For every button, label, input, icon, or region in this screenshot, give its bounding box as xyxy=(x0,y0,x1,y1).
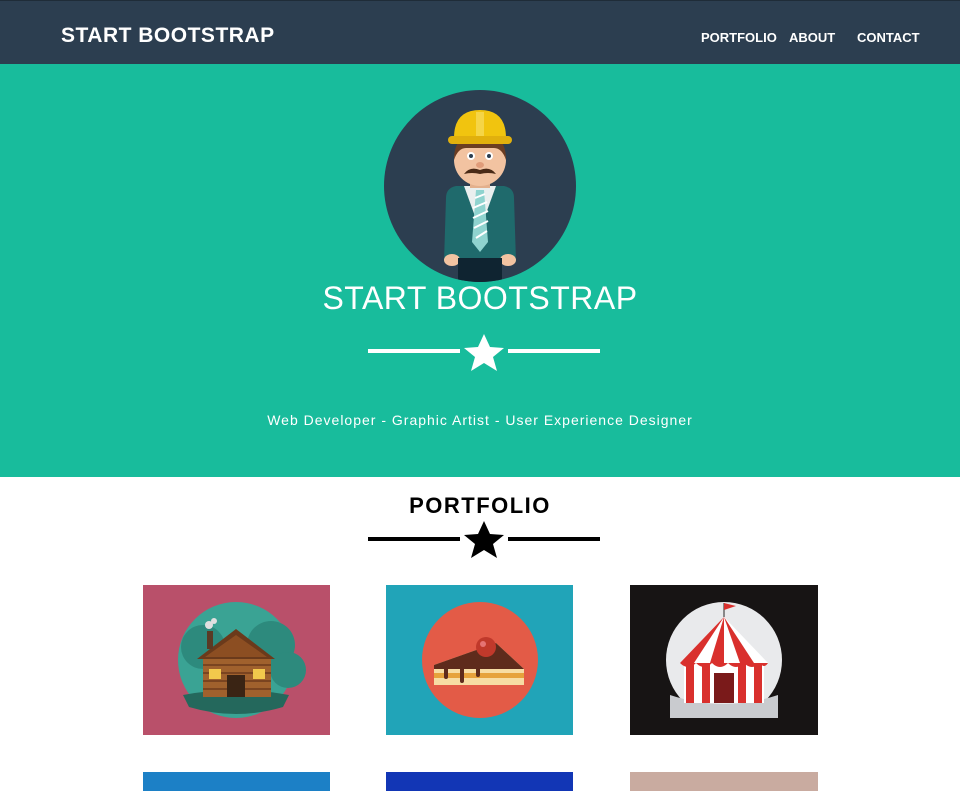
star-icon xyxy=(464,521,504,558)
portfolio-item-cabin[interactable] xyxy=(143,585,330,735)
portfolio-heading: PORTFOLIO xyxy=(409,493,551,518)
construction-worker-avatar-icon xyxy=(384,90,576,282)
navbar: START BOOTSTRAP PORTFOLIO ABOUT CONTACT xyxy=(0,0,960,64)
portfolio-star-divider xyxy=(368,520,600,560)
star-icon xyxy=(464,334,504,371)
nav-link-contact[interactable]: CONTACT xyxy=(857,30,920,45)
circus-tent-icon xyxy=(666,602,782,718)
hero-star-divider xyxy=(368,334,600,374)
log-cabin-icon xyxy=(178,602,306,718)
cake-slice-icon xyxy=(422,602,538,718)
portfolio-item-cake[interactable] xyxy=(386,585,573,735)
nav-link-portfolio[interactable]: PORTFOLIO xyxy=(701,30,777,45)
brand-link[interactable]: START BOOTSTRAP xyxy=(61,24,275,48)
portfolio-item-5[interactable] xyxy=(386,772,573,791)
nav-link-about[interactable]: ABOUT xyxy=(789,30,835,45)
portfolio-item-4[interactable] xyxy=(143,772,330,791)
portfolio-item-circus[interactable] xyxy=(630,585,818,735)
hero-section: START BOOTSTRAP Web Developer - Graphic … xyxy=(0,64,960,477)
portfolio-item-6[interactable] xyxy=(630,772,818,791)
hero-subtitle: Web Developer - Graphic Artist - User Ex… xyxy=(267,412,693,428)
hero-title: START BOOTSTRAP xyxy=(322,280,638,316)
